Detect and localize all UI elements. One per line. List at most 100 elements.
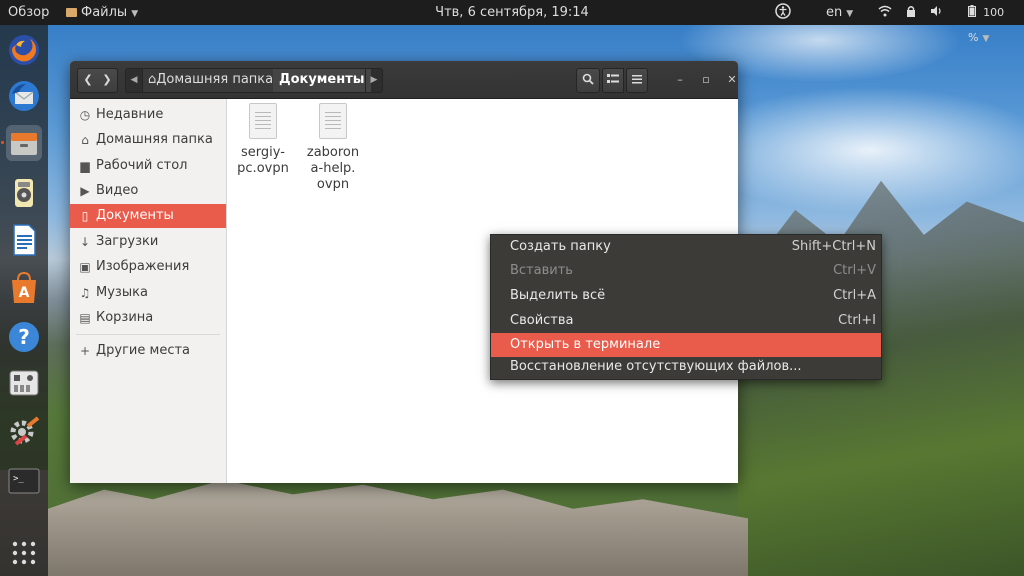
menu-item-label: Восстановление отсутствующих файлов... xyxy=(510,359,802,374)
menu-item-open-terminal[interactable]: Открыть в терминале xyxy=(491,333,881,357)
sidebar-item-recent[interactable]: ◷ Недавние xyxy=(70,103,226,127)
sidebar-separator xyxy=(76,334,220,335)
volume-icon xyxy=(930,0,942,25)
close-button[interactable]: ✕ xyxy=(722,70,738,90)
files-icon xyxy=(11,133,37,155)
sidebar-item-label: Домашняя папка xyxy=(96,132,213,147)
accessibility-icon[interactable] xyxy=(775,0,791,25)
dock-help[interactable]: ? xyxy=(6,319,42,355)
menu-item-label: Открыть в терминале xyxy=(510,337,661,352)
dock-system-monitor[interactable] xyxy=(6,365,42,401)
sidebar-item-label: Изображения xyxy=(96,259,190,274)
plus-icon: + xyxy=(79,344,91,358)
sidebar-item-other-locations[interactable]: + Другие места xyxy=(70,339,226,363)
pictures-icon: ▣ xyxy=(79,260,91,274)
sidebar-item-home[interactable]: ⌂ Домашняя папка xyxy=(70,128,226,152)
dock-firefox[interactable] xyxy=(6,32,42,68)
sidebar-item-pictures[interactable]: ▣ Изображения xyxy=(70,255,226,279)
text-file-icon xyxy=(319,103,347,139)
menu-item-restore-missing[interactable]: Восстановление отсутствующих файлов... xyxy=(491,356,881,378)
menu-item-paste[interactable]: Вставить Ctrl+V xyxy=(491,259,881,283)
firefox-icon xyxy=(9,35,39,65)
path-scroll-left-button[interactable]: ◀ xyxy=(126,69,143,92)
writer-icon xyxy=(13,224,36,256)
menu-item-properties[interactable]: Свойства Ctrl+I xyxy=(491,309,881,333)
sidebar-item-music[interactable]: ♫ Музыка xyxy=(70,281,226,305)
view-mode-button[interactable] xyxy=(602,68,624,93)
menu-item-select-all[interactable]: Выделить всё Ctrl+A xyxy=(491,284,881,308)
dock-show-applications[interactable] xyxy=(6,535,42,571)
clock-label[interactable]: Чтв, 6 сентября, 19:14 xyxy=(435,5,589,20)
minimize-icon: – xyxy=(677,73,683,86)
sidebar-item-label: Загрузки xyxy=(96,234,159,249)
path-home-button[interactable]: ⌂Домашняя папка xyxy=(143,69,279,92)
dock-thunderbird[interactable] xyxy=(6,78,42,114)
dock: A ? >_ xyxy=(0,25,48,576)
sidebar-item-trash[interactable]: ▤ Корзина xyxy=(70,306,226,330)
hamburger-icon xyxy=(632,75,642,84)
sidebar-item-label: Музыка xyxy=(96,285,148,300)
svg-text:?: ? xyxy=(18,325,30,349)
language-label: en xyxy=(826,5,843,20)
terminal-icon: >_ xyxy=(8,468,40,494)
maximize-button[interactable]: ▫ xyxy=(696,70,716,90)
file-item[interactable]: zaboron a-help. ovpn xyxy=(301,103,365,193)
music-icon: ♫ xyxy=(79,286,91,300)
clock: Чтв, 6 сентября, 19:14 xyxy=(0,0,1024,25)
chevron-right-icon: ❯ xyxy=(102,73,112,86)
file-name: zaboron a-help. ovpn xyxy=(306,145,360,192)
activities-button[interactable]: Обзор xyxy=(8,0,49,25)
thunderbird-icon xyxy=(9,81,39,111)
chevron-down-icon: ▼ xyxy=(982,34,990,44)
header-bar: ❮ ❯ ◀ ⌂Домашняя папка Документы ▶ – ▫ ✕ xyxy=(70,61,738,99)
menu-item-new-folder[interactable]: Создать папку Shift+Ctrl+N xyxy=(491,235,881,259)
sidebar-item-documents[interactable]: ▯ Документы xyxy=(70,204,226,228)
wifi-icon xyxy=(878,0,892,25)
dock-terminal[interactable]: >_ xyxy=(6,463,42,499)
app-menu-label: Файлы xyxy=(81,5,128,20)
video-icon: ▶ xyxy=(80,184,90,198)
menu-item-shortcut: Ctrl+A xyxy=(833,288,876,303)
sidebar-item-video[interactable]: ▶ Видео xyxy=(70,179,226,203)
language-selector[interactable]: en ▼ xyxy=(826,0,853,25)
menu-item-label: Выделить всё xyxy=(510,288,606,303)
path-scroll-right-button[interactable]: ▶ xyxy=(365,69,382,92)
app-grid-icon xyxy=(12,541,36,565)
dock-ubuntu-software[interactable]: A xyxy=(6,270,42,306)
minimize-button[interactable]: – xyxy=(670,70,690,90)
menu-button[interactable] xyxy=(626,68,648,93)
lock-icon xyxy=(906,0,916,25)
menu-item-label: Свойства xyxy=(510,313,574,328)
places-sidebar: ◷ Недавние ⌂ Домашняя папка ▆ Рабочий стол … xyxy=(70,99,227,483)
wallpaper-rocks xyxy=(48,480,748,576)
rhythmbox-icon xyxy=(15,179,33,207)
menu-item-shortcut: Shift+Ctrl+N xyxy=(791,239,876,254)
file-item[interactable]: sergiy- pc.ovpn xyxy=(231,103,295,177)
dock-writer[interactable] xyxy=(6,222,42,258)
back-button[interactable]: ❮ xyxy=(77,68,99,93)
sidebar-item-downloads[interactable]: ↓ Загрузки xyxy=(70,230,226,254)
sidebar-item-label: Видео xyxy=(96,183,139,198)
dock-settings[interactable] xyxy=(6,414,42,450)
svg-text:A: A xyxy=(19,285,30,301)
search-button[interactable] xyxy=(576,68,600,93)
battery-icon xyxy=(968,5,976,20)
dock-files[interactable] xyxy=(1,125,42,161)
chevron-down-icon: ▼ xyxy=(131,9,139,19)
chevron-down-icon: ▼ xyxy=(846,9,854,19)
path-home-label: Домашняя папка xyxy=(156,72,274,87)
home-icon: ⌂ xyxy=(81,133,89,147)
documents-icon: ▯ xyxy=(81,209,89,223)
battery-indicator[interactable]: 100 % ▼ xyxy=(968,0,1024,44)
list-view-icon xyxy=(607,74,619,83)
sidebar-item-desktop[interactable]: ▆ Рабочий стол xyxy=(70,154,226,178)
dock-rhythmbox[interactable] xyxy=(6,175,42,211)
search-icon xyxy=(582,73,594,85)
system-status[interactable] xyxy=(878,0,956,25)
menu-item-shortcut: Ctrl+V xyxy=(833,263,876,278)
path-current-button[interactable]: Документы xyxy=(273,69,371,92)
forward-button[interactable]: ❯ xyxy=(97,68,118,93)
menu-item-shortcut: Ctrl+I xyxy=(838,313,876,328)
app-menu-button[interactable]: Файлы ▼ xyxy=(66,0,138,25)
menu-item-label: Создать папку xyxy=(510,239,611,254)
